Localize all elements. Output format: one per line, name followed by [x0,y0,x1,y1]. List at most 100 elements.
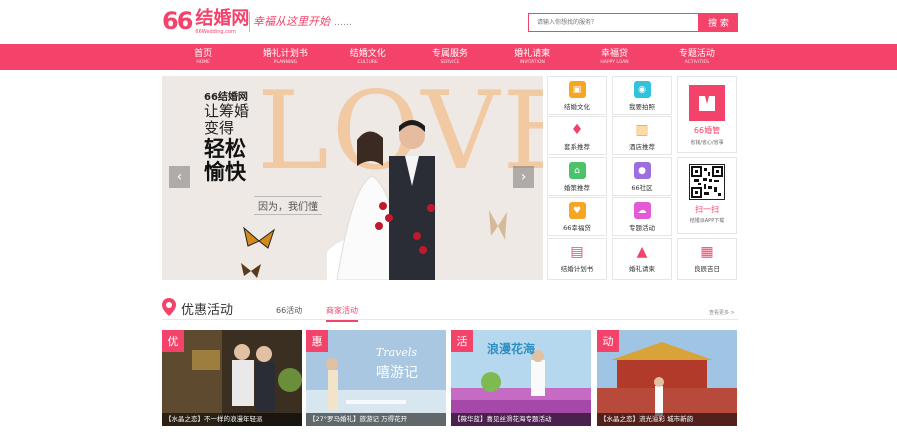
logo-divider [249,12,250,32]
banner-headline-4: 愉快 [204,160,246,184]
banner-next-button[interactable]: › [513,166,534,188]
promo-caption: 【27°罗马婚礼】旅游记 万得花开 [306,413,446,426]
heart-icon: ♥ [568,202,586,219]
nav-item-home[interactable]: 首页 HOME [162,44,244,70]
nav-label: 婚礼请柬 [514,49,551,59]
promo-caption: 【水晶之恋】不一样的浪漫年轻派 [162,413,302,426]
notebook-icon: ▤ [568,243,586,260]
service-tile-plan-book[interactable]: ▤ 结婚计划书 [547,238,607,280]
promo-caption: 【薇华蓝】喜见丝滑花海专题活动 [451,413,591,426]
camera-icon: ◉ [633,81,651,98]
building-icon: ▥ [633,121,651,138]
service-tile-community[interactable]: ● 66社区 [612,157,672,196]
nav-item-planning[interactable]: 婚礼计划书 PLANNING [244,44,326,70]
banner-headline-3: 轻松 [204,137,246,161]
banner-brand: 66结婚网 [204,92,248,103]
butler-tile[interactable]: 66婚管 省钱/省心/省事 [677,76,737,153]
hero-banner[interactable]: LOVE 66结婚网 让筹婚 变得 轻松 愉快 因为，我们懂 ‹ › [162,76,543,280]
main-nav: 首页 HOME 婚礼计划书 PLANNING 结婚文化 CULTURE 专属服务 SER… [0,44,897,70]
app-scan-label: 扫一扫 [695,205,719,214]
nav-label: 专属服务 [431,49,468,59]
house-icon: ⌂ [568,162,586,179]
nav-label: 婚礼计划书 [262,49,308,59]
nav-item-invitation[interactable]: 婚礼请柬 INVITATION [491,44,573,70]
slogan: 幸福从这里开始 …… [253,13,352,29]
promo-card[interactable]: 动 【水晶之恋】流光溢彩 城市新韵 [597,330,737,426]
promo-tag: 优 [162,330,184,352]
nav-sublabel: SERVICE [440,60,460,65]
promo-tag: 惠 [306,330,328,352]
search-button[interactable]: 搜 索 [699,13,738,32]
service-tile-lucky-day[interactable]: ▦ 良辰吉日 [677,238,737,280]
search-input[interactable] [528,13,699,32]
location-pin-icon [162,298,176,316]
promo-tag: 动 [597,330,619,352]
butterfly-decoration [243,226,275,249]
service-tile-loan[interactable]: ♥ 66幸福贷 [547,197,607,236]
nav-item-loan[interactable]: 幸福贷 HAPPY LOAN [573,44,655,70]
promo-caption: 【水晶之恋】流光溢彩 城市新韵 [597,413,737,426]
header: 66 结婚网 66Wedding.com 幸福从这里开始 …… 搜 索 [0,0,897,44]
logo-number: 66 [162,7,193,35]
promo-card[interactable]: Travels 嘻游记 惠 【27°罗马婚礼】旅游记 万得花开 [306,330,446,426]
nav-item-activities[interactable]: 专题活动 ACTIVITIES [656,44,738,70]
service-label: 66社区 [631,184,653,192]
tab-merchant-activities[interactable]: 商家活动 [326,305,358,322]
promotions-header: 优惠活动 66活动 商家活动 查看更多 > [162,296,738,322]
bag-icon: ▣ [568,81,586,98]
slogan-text: 幸福从这里开始 [253,15,330,28]
promo-card-title: 浪漫花海 [487,342,536,356]
service-tile-planner[interactable]: ⌂ 婚策推荐 [547,157,607,196]
promo-card-title: 嘻游记 [376,365,418,381]
flame-icon: ♦ [568,121,586,138]
app-download-tile[interactable]: 扫一扫 结婚派APP下载 [677,157,737,234]
banner-headline-2: 变得 [204,119,235,137]
site-logo[interactable]: 66 结婚网 66Wedding.com [162,7,250,36]
nav-sublabel: HAPPY LOAN [600,60,629,65]
service-label: 婚礼请柬 [629,265,655,273]
nav-sublabel: ACTIVITIES [684,60,710,65]
promo-card[interactable]: 优 【水晶之恋】不一样的浪漫年轻派 [162,330,302,426]
service-label: 我要拍照 [629,103,655,111]
service-label: 套系推荐 [564,143,590,151]
service-tile-activities[interactable]: ☁ 专题活动 [612,197,672,236]
promotions-title: 优惠活动 [181,303,234,318]
view-more-link[interactable]: 查看更多 > [709,309,735,316]
service-tile-hotel[interactable]: ▥ 酒店推荐 [612,116,672,155]
nav-sublabel: PLANNING [273,60,298,65]
qr-code-icon [689,164,725,200]
service-tile-packages[interactable]: ♦ 套系推荐 [547,116,607,155]
service-tile-photo[interactable]: ◉ 我要拍照 [612,76,672,115]
butterfly-decoration [489,210,507,240]
promo-card[interactable]: 浪漫花海 活 【薇华蓝】喜见丝滑花海专题活动 [451,330,591,426]
slogan-dots: …… [334,18,352,28]
tab-66-activities[interactable]: 66活动 [276,305,302,320]
promo-tag: 活 [451,330,473,352]
service-label: 结婚计划书 [560,265,594,273]
service-tile-culture[interactable]: ▣ 结婚文化 [547,76,607,115]
service-label: 良辰吉日 [694,265,720,273]
nav-label: 专题活动 [678,49,715,59]
service-tile-invitation[interactable]: ▲ 婚礼请柬 [612,238,672,280]
people-icon: ● [633,162,651,179]
logo-name: 结婚网 [195,8,250,29]
logo-domain: 66Wedding.com [195,29,236,35]
service-label: 专题活动 [629,224,655,232]
wedding-couple-image [327,120,435,280]
butler-sublabel: 省钱/省心/省事 [690,140,724,146]
promo-card-script: Travels [376,346,418,359]
cloud-icon: ☁ [633,202,651,219]
nav-item-culture[interactable]: 结婚文化 CULTURE [327,44,409,70]
nav-item-service[interactable]: 专属服务 SERVICE [409,44,491,70]
nav-label: 幸福贷 [601,49,629,59]
nav-sublabel: INVITATION [519,60,545,65]
banner-tagline: 因为，我们懂 [254,196,322,215]
service-label: 结婚文化 [564,103,590,111]
nav-label: 首页 [194,49,213,59]
service-label: 婚策推荐 [564,184,590,192]
search-box: 搜 索 [528,13,738,32]
suit-icon [689,85,725,121]
banner-prev-button[interactable]: ‹ [169,166,190,188]
nav-label: 结婚文化 [349,49,386,59]
butterfly-decoration [241,263,261,278]
